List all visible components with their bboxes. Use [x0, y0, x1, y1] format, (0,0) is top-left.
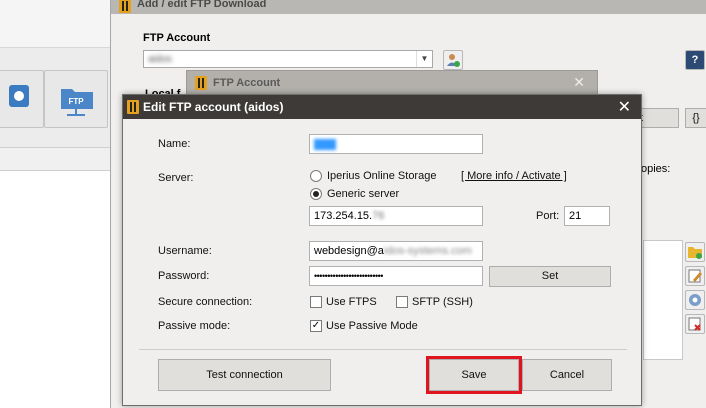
edit-item-button[interactable] — [685, 266, 705, 286]
dialog-titlebar: Edit FTP account (aidos) ✕ — [123, 95, 641, 119]
password-input[interactable]: •••••••••••••••••••••••••• — [309, 266, 483, 286]
use-passive-checkbox[interactable]: ✓ — [310, 320, 322, 332]
help-button[interactable]: ? — [685, 50, 705, 70]
username-value: webdesign@a — [314, 245, 384, 257]
iperius-app-icon — [127, 100, 139, 114]
generic-server-label[interactable]: Generic server — [327, 188, 399, 200]
folder-add-icon — [688, 247, 702, 259]
name-input[interactable] — [309, 134, 483, 154]
variables-button[interactable]: {} — [685, 108, 706, 128]
close-icon[interactable]: ✕ — [618, 97, 631, 117]
secure-connection-label: Secure connection: — [158, 296, 253, 308]
name-value-selection — [314, 138, 336, 150]
edit-account-button[interactable] — [443, 50, 463, 70]
ftp-download-titlebar: Add / edit FTP Download — [111, 0, 706, 14]
iperius-app-icon — [119, 0, 131, 13]
ftp-account-value: aidos — [148, 54, 172, 65]
radio-iperius-storage[interactable] — [310, 170, 322, 182]
copies-label-partial: opies: — [641, 163, 671, 175]
user-add-icon — [447, 54, 460, 67]
test-connection-button[interactable]: Test connection — [158, 359, 331, 391]
use-ftps-checkbox[interactable] — [310, 296, 322, 308]
iperius-app-icon — [195, 76, 207, 90]
ftp-folder-icon: FTP — [61, 89, 93, 116]
server-address-value: 173.254.15. — [314, 210, 373, 222]
username-input[interactable]: webdesign@aidos-systems.com — [309, 241, 483, 261]
background-toolbar — [0, 0, 112, 48]
username-blurred: idos-systems.com — [383, 245, 472, 257]
background-app: FTP — [0, 0, 112, 408]
use-ftps-label[interactable]: Use FTPS — [326, 296, 377, 308]
sftp-checkbox[interactable] — [396, 296, 408, 308]
passive-mode-label: Passive mode: — [158, 320, 231, 332]
ftp-tile[interactable]: FTP — [44, 70, 108, 128]
sftp-label[interactable]: SFTP (SSH) — [412, 296, 473, 308]
more-info-link[interactable]: [ More info / Activate ] — [461, 170, 567, 182]
set-password-button[interactable]: Set — [489, 266, 611, 287]
remove-item-button[interactable] — [685, 314, 705, 334]
ftp-account-label: FTP Account — [143, 32, 211, 44]
server-address-blurred: 76 — [372, 210, 385, 222]
delete-icon — [688, 317, 701, 331]
password-label: Password: — [158, 270, 210, 282]
close-icon[interactable]: ✕ — [573, 74, 585, 91]
port-label: Port: — [536, 210, 560, 222]
port-input[interactable]: 21 — [564, 206, 610, 226]
backup-icon — [9, 85, 29, 107]
settings-item-button[interactable] — [685, 290, 705, 310]
add-item-button[interactable] — [685, 242, 705, 262]
background-content — [0, 170, 112, 408]
ftp-download-title: Add / edit FTP Download — [137, 0, 267, 10]
radio-generic-server[interactable] — [310, 188, 322, 200]
save-highlight-box — [426, 356, 522, 394]
ftp-account-select[interactable]: aidos ▼ — [143, 50, 433, 68]
server-address-input[interactable]: 173.254.15.76 — [309, 206, 483, 226]
ftp-account-window-title: FTP Account — [213, 77, 281, 89]
dialog-title: Edit FTP account (aidos) — [143, 100, 284, 114]
cancel-button[interactable]: Cancel — [522, 359, 612, 391]
use-passive-label[interactable]: Use Passive Mode — [326, 320, 418, 332]
svg-text:FTP: FTP — [68, 97, 84, 106]
chevron-down-icon: ▼ — [416, 51, 432, 67]
file-list-partial — [643, 240, 683, 360]
username-label: Username: — [158, 245, 212, 257]
dialog-separator — [139, 349, 627, 350]
edit-icon — [688, 269, 702, 283]
gear-icon — [689, 294, 701, 306]
name-label: Name: — [158, 138, 191, 150]
iperius-storage-label[interactable]: Iperius Online Storage — [327, 170, 436, 182]
server-label: Server: — [158, 172, 194, 184]
backup-tile[interactable] — [0, 70, 44, 128]
edit-ftp-account-dialog: Edit FTP account (aidos) ✕ Name: Server:… — [122, 94, 642, 406]
